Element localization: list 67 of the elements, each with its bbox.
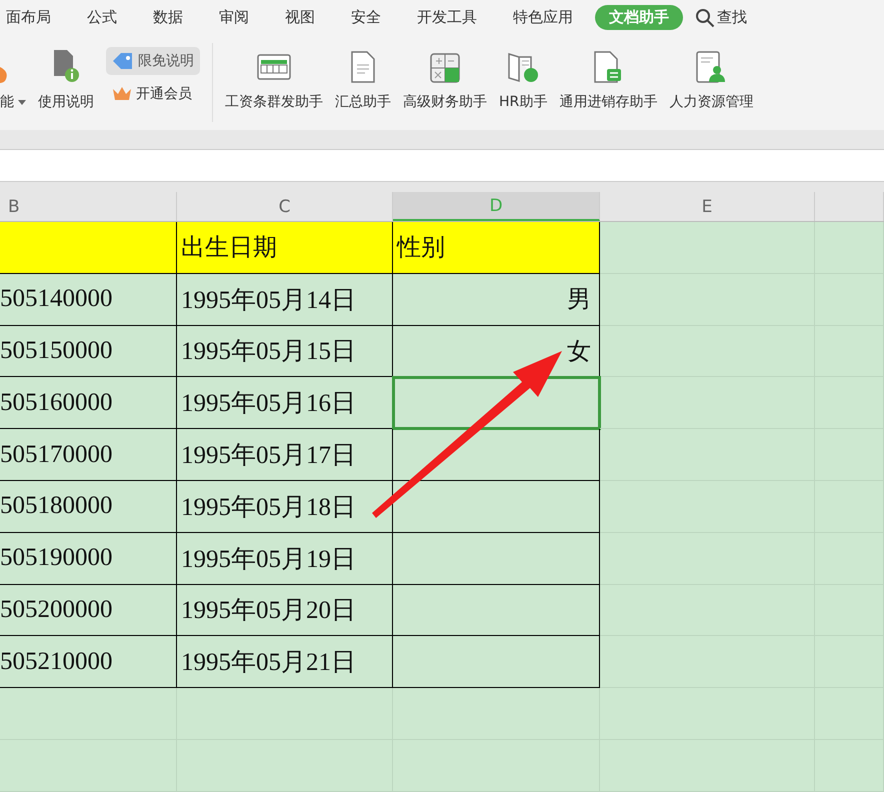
menu-tab[interactable]: 数据 xyxy=(139,5,197,30)
ribbon-button[interactable]: 工资条群发助手 xyxy=(219,35,329,130)
menu-tab[interactable]: 公式 xyxy=(73,5,131,30)
ribbon-button[interactable]: 高级财务助手 xyxy=(397,35,493,130)
empty-cell[interactable] xyxy=(815,222,884,274)
table-cell: 1995年05月17日 xyxy=(177,429,393,481)
ribbon-button[interactable]: 汇总助手 xyxy=(329,35,397,130)
ribbon-button[interactable]: 使用说明 xyxy=(32,35,100,130)
table-cell: 1995年05月20日 xyxy=(177,584,393,636)
formula-bar[interactable] xyxy=(0,149,884,182)
ribbon-button[interactable]: 通用进销存助手 xyxy=(553,35,664,130)
document-info-icon xyxy=(52,49,80,83)
table-cell: 505190000 xyxy=(0,532,177,585)
empty-cell[interactable] xyxy=(600,532,815,585)
table-cell: 505150000 xyxy=(0,326,177,378)
empty-cell[interactable] xyxy=(600,584,815,636)
table-cell[interactable]: 男 xyxy=(393,274,600,326)
search-label[interactable]: 查找 xyxy=(717,8,747,27)
menu-tab[interactable]: 视图 xyxy=(271,5,329,30)
empty-cell[interactable] xyxy=(600,326,815,378)
empty-cell[interactable] xyxy=(600,480,815,533)
table-cell: 1995年05月16日 xyxy=(177,377,393,430)
empty-cell[interactable] xyxy=(177,688,393,740)
table-cell: 505160000 xyxy=(0,377,177,430)
menu-tab[interactable]: 特色应用 xyxy=(499,5,587,30)
menu-tab[interactable]: 开发工具 xyxy=(403,5,491,30)
membership-button[interactable]: 开通会员 xyxy=(106,85,200,103)
table-cell: 1995年05月14日 xyxy=(177,274,393,326)
empty-cell[interactable] xyxy=(600,274,815,326)
search-icon[interactable] xyxy=(695,8,715,28)
empty-cell[interactable] xyxy=(600,429,815,481)
table-cell[interactable] xyxy=(393,636,600,688)
header-cell: 性别 xyxy=(393,222,600,274)
table-cell: 505200000 xyxy=(0,584,177,636)
payslip-icon xyxy=(257,53,291,83)
empty-cell[interactable] xyxy=(600,377,815,430)
tag-icon xyxy=(112,52,134,70)
table-cell[interactable] xyxy=(393,584,600,636)
empty-cell[interactable] xyxy=(0,688,177,740)
menu-tab[interactable]: 安全 xyxy=(337,5,395,30)
menu-tab[interactable]: 审阅 xyxy=(205,5,263,30)
hr-book-icon xyxy=(506,51,540,83)
ribbon-button[interactable]: 能 xyxy=(0,35,32,130)
column-header[interactable]: B xyxy=(0,192,177,221)
crown-icon xyxy=(112,86,132,102)
caret-icon xyxy=(18,100,26,105)
empty-cell[interactable] xyxy=(600,688,815,740)
document-icon xyxy=(350,51,376,83)
table-cell[interactable] xyxy=(393,532,600,585)
table-cell: 505210000 xyxy=(0,636,177,688)
free-info-button[interactable]: 限免说明 xyxy=(106,47,200,75)
table-cell: 505180000 xyxy=(0,480,177,533)
empty-cell[interactable] xyxy=(600,636,815,688)
header-cell: 出生日期 xyxy=(177,222,393,274)
ribbon-button[interactable]: 人力资源管理 xyxy=(663,35,760,130)
table-cell: 1995年05月19日 xyxy=(177,532,393,585)
selected-cell[interactable] xyxy=(393,377,600,430)
menu-tab[interactable]: 面布局 xyxy=(0,5,65,30)
table-cell: 1995年05月21日 xyxy=(177,636,393,688)
column-header[interactable]: E xyxy=(600,192,815,221)
person-card-icon xyxy=(695,51,728,83)
table-cell: 1995年05月15日 xyxy=(177,326,393,378)
table-cell: 505170000 xyxy=(0,429,177,481)
empty-cell[interactable] xyxy=(393,688,600,740)
ribbon-button[interactable]: HR助手 xyxy=(493,35,554,130)
calculator-icon xyxy=(430,53,460,83)
table-cell: 505140000 xyxy=(0,274,177,326)
